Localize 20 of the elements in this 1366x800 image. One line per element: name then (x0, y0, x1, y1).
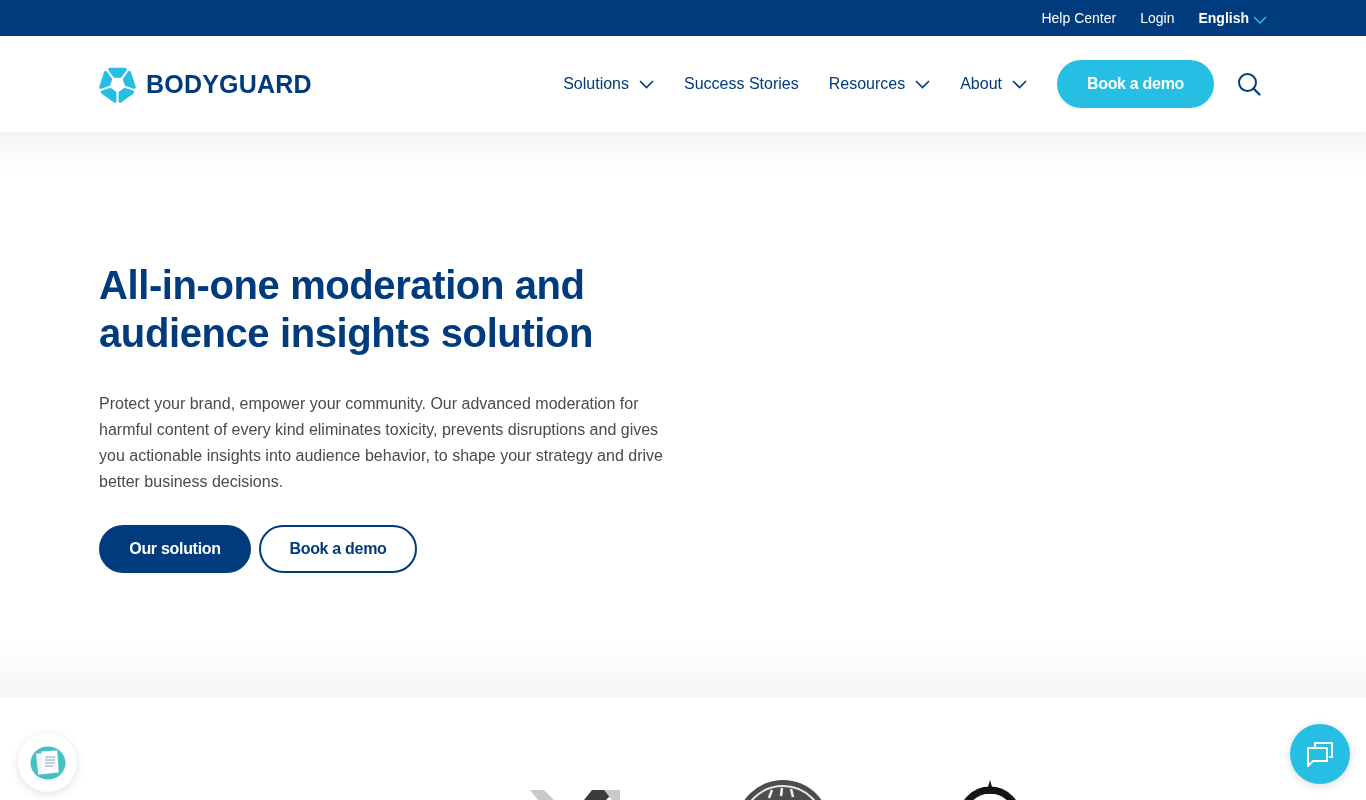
language-dropdown[interactable]: English (1198, 10, 1267, 26)
document-icon (29, 744, 66, 781)
home-logo-link[interactable]: BODYGUARD (99, 65, 312, 103)
top-bar-link[interactable]: Help Center (1041, 10, 1117, 26)
logo-icon (99, 65, 136, 103)
chevron-logo-icon (530, 790, 620, 800)
nav-link[interactable]: Success Stories (684, 75, 799, 93)
our-solution-button[interactable]: Our solution (99, 524, 251, 573)
nav-link[interactable]: Solutions (563, 75, 654, 93)
hero-title: All-in-one moderation and audience insights solution (99, 261, 595, 357)
top-bar-link[interactable]: Login (1140, 10, 1175, 26)
book-demo-button[interactable]: Book a demo (259, 524, 417, 573)
search-button[interactable] (1237, 72, 1261, 96)
chat-bubbles-icon (1306, 740, 1334, 768)
chat-button[interactable] (1290, 724, 1350, 784)
search-icon (1237, 72, 1261, 96)
document-button[interactable] (18, 733, 77, 792)
hero-description: Protect your brand, empower your community. Our advanced moderation for harmful content of every kind eliminates toxicity, prevents disruptions and gives you actionable insights into audience behavior, to shape your strategy and drive better business decisions. (99, 393, 664, 492)
nav-link[interactable]: Resources (828, 75, 931, 93)
nav-link[interactable]: About (960, 75, 1027, 93)
